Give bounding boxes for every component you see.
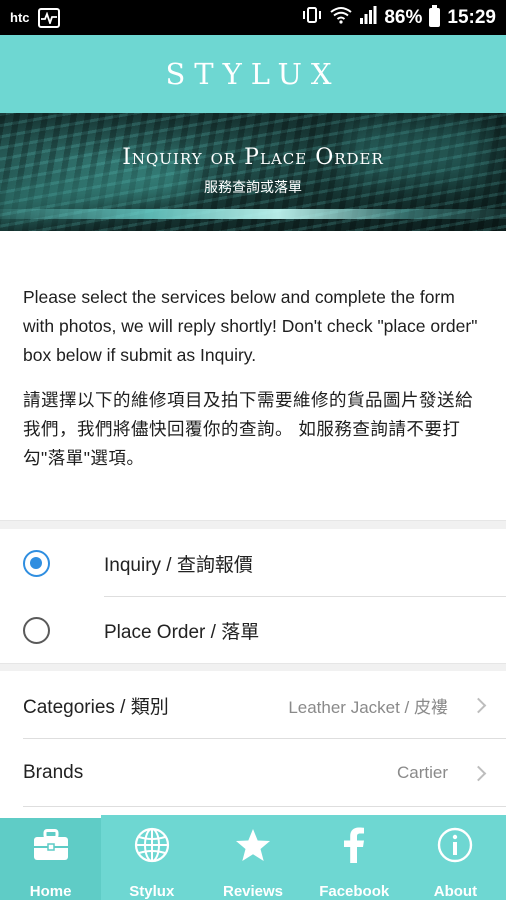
tab-reviews[interactable]: Reviews xyxy=(202,815,303,900)
section-separator xyxy=(0,520,506,529)
facebook-icon xyxy=(342,827,366,863)
page-title: Inquiry or Place Order xyxy=(122,145,384,170)
option-inquiry[interactable]: Inquiry / 查詢報價 xyxy=(0,530,506,596)
star-icon xyxy=(235,827,271,863)
brands-label: Brands xyxy=(23,762,84,783)
categories-value: Leather Jacket / 皮褸 xyxy=(288,697,448,717)
tab-stylux[interactable]: Stylux xyxy=(101,815,202,900)
tab-label: About xyxy=(433,883,478,900)
categories-label: Categories / 類別 xyxy=(23,696,169,718)
section-separator xyxy=(0,663,506,671)
globe-icon xyxy=(134,827,170,863)
tab-label: Home xyxy=(29,883,72,900)
divider xyxy=(23,806,506,807)
bottom-tab-bar: Home Stylux Reviews Facebook About xyxy=(0,815,506,900)
option-label: Inquiry / 查詢報價 xyxy=(104,554,253,576)
brands-row[interactable]: Brands Cartier xyxy=(0,739,506,807)
status-bar: htc 86% 15:29 xyxy=(0,0,506,35)
tab-label: Stylux xyxy=(129,883,175,900)
page-banner: Inquiry or Place Order 服務查詢或落單 xyxy=(0,113,506,231)
status-left: htc xyxy=(10,7,60,28)
intro-chinese: 請選擇以下的維修項目及拍下需要維修的貨品圖片發送給我們，我們將儘快回覆你的查詢。… xyxy=(23,390,473,468)
brand-logo: STYLUX xyxy=(165,57,341,91)
info-icon xyxy=(437,827,473,863)
brands-value: Cartier xyxy=(396,763,448,782)
battery-icon xyxy=(429,5,441,27)
categories-row[interactable]: Categories / 類別 Leather Jacket / 皮褸 xyxy=(0,671,506,739)
app-header: STYLUX xyxy=(0,35,506,113)
chevron-right-icon xyxy=(470,697,487,713)
banner-light-streak xyxy=(0,209,506,219)
option-label: Place Order / 落單 xyxy=(104,621,260,643)
option-place-order[interactable]: Place Order / 落單 xyxy=(0,597,506,663)
tab-label: Facebook xyxy=(319,883,390,900)
tab-label: Reviews xyxy=(222,883,284,900)
radio-selected-icon[interactable] xyxy=(23,549,50,577)
pulse-icon xyxy=(37,7,60,28)
chevron-right-icon xyxy=(470,765,487,781)
clock: 15:29 xyxy=(447,6,496,28)
battery-percent: 86% xyxy=(384,6,423,28)
vibrate-icon xyxy=(301,6,323,30)
briefcase-icon xyxy=(33,827,69,863)
signal-icon xyxy=(359,5,377,30)
carrier-label: htc xyxy=(10,10,30,25)
page-subtitle: 服務查詢或落單 xyxy=(204,179,302,195)
radio-unselected-icon[interactable] xyxy=(23,616,50,644)
status-right: 86% 15:29 xyxy=(301,5,496,30)
wifi-icon xyxy=(330,6,352,30)
tab-home[interactable]: Home xyxy=(0,815,102,900)
intro-text: Please select the services below and com… xyxy=(23,283,483,473)
intro-english: Please select the services below and com… xyxy=(23,287,478,365)
tab-about[interactable]: About xyxy=(405,815,506,900)
tab-facebook[interactable]: Facebook xyxy=(304,815,405,900)
